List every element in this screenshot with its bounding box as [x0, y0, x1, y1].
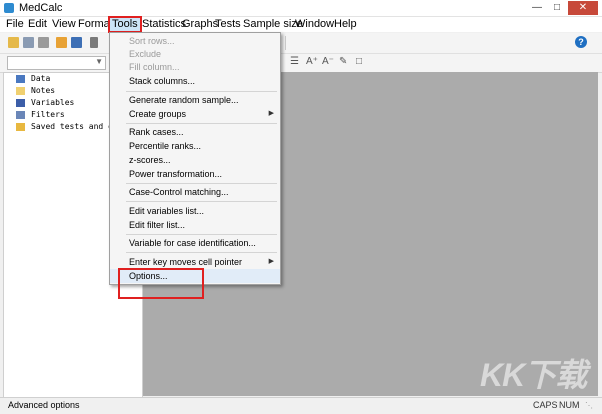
- help-icon[interactable]: ?: [575, 36, 587, 48]
- menu-item-enter-key-moves[interactable]: Enter key moves cell pointer ▶: [110, 255, 280, 269]
- menu-edit[interactable]: Edit: [27, 18, 48, 31]
- options-highlight-box: [118, 268, 204, 299]
- title-bar: MedCalc — □ ✕: [0, 0, 602, 17]
- menu-item-edit-variables-list[interactable]: Edit variables list...: [110, 204, 280, 218]
- tools-menu-dropdown: Sort rows... Exclude Fill column... Stac…: [109, 32, 281, 285]
- menu-separator: [126, 201, 277, 202]
- menu-item-sort-rows[interactable]: Sort rows...: [110, 34, 280, 48]
- menu-separator: [126, 183, 277, 184]
- edit-icon[interactable]: ✎: [339, 56, 347, 67]
- decrease-font-icon[interactable]: A⁻: [322, 56, 334, 67]
- frame-icon[interactable]: □: [356, 56, 362, 67]
- caps-indicator: CAPS: [533, 400, 558, 410]
- save-icon[interactable]: [23, 37, 34, 48]
- font-combo[interactable]: ▼: [7, 56, 106, 70]
- menu-help[interactable]: Help: [333, 18, 358, 31]
- menu-separator: [126, 91, 277, 92]
- status-bar: Advanced options CAPS NUM ⋱: [0, 397, 602, 414]
- menu-item-generate-random-sample[interactable]: Generate random sample...: [110, 93, 280, 107]
- menu-item-stack-columns[interactable]: Stack columns...: [110, 74, 280, 88]
- menu-tests[interactable]: Tests: [214, 18, 242, 31]
- chevron-right-icon: ▶: [268, 110, 274, 117]
- data-grid-icon: [16, 75, 25, 83]
- menu-item-power-transformation[interactable]: Power transformation...: [110, 167, 280, 181]
- watermark: KK下载: [480, 357, 587, 393]
- maximize-icon[interactable]: □: [548, 1, 566, 15]
- menu-item-exclude[interactable]: Exclude: [110, 47, 280, 61]
- menu-item-fill-column[interactable]: Fill column...: [110, 60, 280, 74]
- menu-item-edit-filter-list[interactable]: Edit filter list...: [110, 218, 280, 232]
- increase-font-icon[interactable]: A⁺: [306, 56, 318, 67]
- print-icon[interactable]: [38, 37, 49, 48]
- status-text: Advanced options: [8, 400, 80, 410]
- folder-icon: [16, 123, 25, 131]
- format-toolbar: ▼ ☰ A⁺ A⁻ ✎ □: [0, 54, 602, 73]
- spreadsheet-icon[interactable]: [71, 37, 82, 48]
- menu-item-rank-cases[interactable]: Rank cases...: [110, 125, 280, 139]
- toolbar-divider: [285, 36, 286, 50]
- main-toolbar: ?: [0, 33, 602, 54]
- open-folder-icon[interactable]: [8, 37, 19, 48]
- menu-item-percentile-ranks[interactable]: Percentile ranks...: [110, 139, 280, 153]
- menu-window[interactable]: Window: [294, 18, 335, 31]
- menu-separator: [126, 123, 277, 124]
- window-title: MedCalc: [19, 2, 63, 14]
- cut-icon[interactable]: [90, 37, 98, 48]
- menu-separator: [126, 252, 277, 253]
- menu-view[interactable]: View: [51, 18, 77, 31]
- chevron-right-icon: ▶: [268, 258, 274, 265]
- menu-file[interactable]: File: [5, 18, 25, 31]
- num-indicator: NUM: [559, 400, 580, 410]
- notes-icon: [16, 87, 25, 95]
- menu-item-z-scores[interactable]: z-scores...: [110, 153, 280, 167]
- chevron-down-icon[interactable]: ▼: [95, 57, 103, 66]
- menu-item-case-control-matching[interactable]: Case-Control matching...: [110, 185, 280, 199]
- resize-grip-icon[interactable]: ⋱: [585, 401, 597, 411]
- menu-tools[interactable]: Tools: [108, 16, 142, 33]
- app-logo-icon: [4, 3, 14, 13]
- menu-item-variable-case-identification[interactable]: Variable for case identification...: [110, 236, 280, 250]
- minimize-icon[interactable]: —: [528, 1, 546, 15]
- menu-item-create-groups[interactable]: Create groups ▶: [110, 107, 280, 121]
- menu-bar: File Edit View Format Tools Statistics G…: [0, 16, 602, 33]
- filter-icon: [16, 111, 25, 119]
- close-icon[interactable]: ✕: [568, 1, 598, 15]
- menu-separator: [126, 234, 277, 235]
- variables-icon: [16, 99, 25, 107]
- copy-folder-icon[interactable]: [56, 37, 67, 48]
- list-icon[interactable]: ☰: [290, 56, 299, 67]
